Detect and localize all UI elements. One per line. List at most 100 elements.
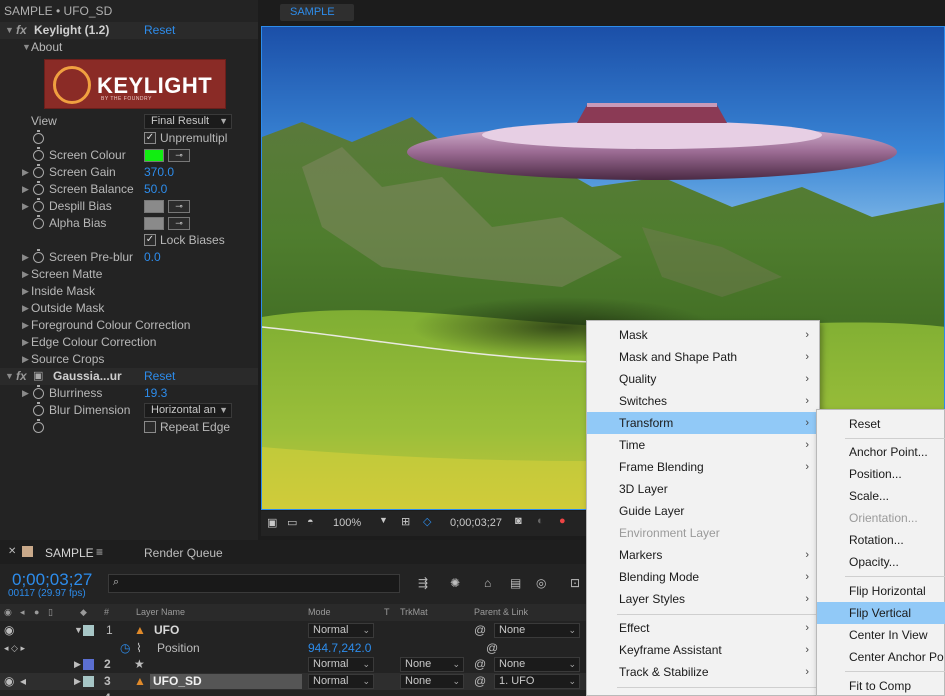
tab-sample[interactable]: SAMPLE	[45, 546, 94, 560]
eye-icon[interactable]: ◉	[4, 622, 14, 639]
blur-dimension-dropdown[interactable]: Horizontal an ▼	[144, 403, 232, 418]
frame-blending-icon[interactable]: ▤	[510, 576, 521, 590]
submenu-item-fit-to-comp[interactable]: Fit to Comp	[817, 675, 945, 696]
fx-icon[interactable]: fx	[16, 368, 27, 385]
menu-item-quality[interactable]: Quality ›	[587, 368, 819, 390]
stopwatch-icon[interactable]	[33, 385, 44, 399]
graph-icon[interactable]: ⌇	[136, 640, 142, 657]
layer-name[interactable]: UFO	[154, 622, 179, 639]
parent-header[interactable]: Parent & Link	[474, 604, 528, 621]
expand-icon[interactable]: ▶	[74, 656, 81, 673]
menu-item-markers[interactable]: Markers ›	[587, 544, 819, 566]
mask-icon[interactable]: ◓	[307, 516, 314, 528]
group-row[interactable]: ▶ Source Crops	[0, 351, 258, 368]
show-snapshot-icon[interactable]: ◐	[537, 515, 544, 527]
screen-gain-value[interactable]: 370.0	[144, 164, 174, 181]
graph-editor-icon[interactable]: ⊡	[570, 576, 580, 590]
label-color-icon[interactable]	[83, 625, 94, 636]
motion-blur-icon[interactable]: ◎	[536, 576, 546, 590]
shy-icon[interactable]: ⌂	[484, 576, 491, 590]
pickwhip-icon[interactable]: @	[474, 622, 486, 639]
screen-preblur-value[interactable]: 0.0	[144, 249, 161, 266]
submenu-item-opacity[interactable]: Opacity...	[817, 551, 945, 573]
transparency-grid-icon[interactable]: ◇	[423, 515, 431, 528]
speaker-icon[interactable]: ◂	[20, 673, 26, 690]
tab-render-queue[interactable]: Render Queue	[144, 546, 223, 560]
mode-dropdown[interactable]: Normal ⌄	[308, 623, 374, 638]
trkmat-dropdown[interactable]: None ⌄	[400, 674, 464, 689]
submenu-item-center-in-view[interactable]: Center In View	[817, 624, 945, 646]
stopwatch-icon[interactable]	[33, 147, 44, 161]
lock-icon[interactable]: ▯	[48, 604, 53, 621]
video-icon[interactable]: ◉	[4, 604, 12, 621]
mode-header[interactable]: Mode	[308, 604, 331, 621]
stopwatch-icon[interactable]	[33, 249, 44, 263]
menu-item-track-stabilize[interactable]: Track & Stabilize ›	[587, 661, 819, 683]
stopwatch-icon[interactable]	[33, 181, 44, 195]
blurriness-value[interactable]: 19.3	[144, 385, 167, 402]
parent-dropdown[interactable]: None ⌄	[494, 657, 580, 672]
stopwatch-icon[interactable]	[33, 130, 44, 144]
pickwhip-icon[interactable]: @	[474, 673, 486, 690]
monitor-icon[interactable]: ▭	[287, 516, 297, 529]
effect-keylight-header[interactable]: ▼ fx Keylight (1.2) Reset	[0, 22, 258, 39]
label-color-icon[interactable]	[83, 676, 94, 687]
group-row[interactable]: ▶ Inside Mask	[0, 283, 258, 300]
trkmat-dropdown[interactable]: None ⌄	[400, 657, 464, 672]
menu-item-keyframe-assistant[interactable]: Keyframe Assistant ›	[587, 639, 819, 661]
stopwatch-icon[interactable]	[33, 198, 44, 212]
stopwatch-icon[interactable]	[33, 215, 44, 229]
mode-dropdown[interactable]: Normal ⌄	[308, 674, 374, 689]
pickwhip-icon[interactable]: @	[486, 640, 498, 657]
solo-icon[interactable]: ●	[34, 604, 39, 621]
alpha-bias-swatch[interactable]	[144, 217, 164, 230]
reset-button[interactable]: Reset	[144, 22, 175, 39]
unpremultiply-checkbox[interactable]: ✓	[144, 132, 156, 144]
submenu-item-anchor-point[interactable]: Anchor Point...	[817, 441, 945, 463]
composition-tab[interactable]: SAMPLE	[280, 4, 354, 21]
pickwhip-icon[interactable]: @	[474, 656, 486, 673]
keyframe-nav-icon[interactable]: ◂ ◇ ▸	[4, 640, 25, 657]
layer-search-input[interactable]: ⌕	[108, 574, 400, 593]
group-row[interactable]: ▶ Outside Mask	[0, 300, 258, 317]
about-row[interactable]: ▼ About	[0, 39, 258, 56]
label-color-icon[interactable]	[83, 659, 94, 670]
grid-icon[interactable]: ⊞	[401, 515, 410, 528]
stopwatch-icon[interactable]	[33, 419, 44, 433]
layer-name[interactable]: UFO_SD	[150, 674, 302, 689]
close-icon[interactable]: ✕	[8, 546, 16, 557]
repeat-edge-checkbox[interactable]	[144, 421, 156, 433]
expand-icon[interactable]: ▼	[5, 368, 14, 385]
expand-icon[interactable]: ▼	[74, 622, 83, 639]
audio-icon[interactable]: ◂	[20, 604, 25, 621]
parent-dropdown[interactable]: None ⌄	[494, 623, 580, 638]
view-dropdown[interactable]: Final Result ▼	[144, 114, 232, 129]
chevron-down-icon[interactable]: ▼	[379, 515, 388, 525]
despill-bias-swatch[interactable]	[144, 200, 164, 213]
comp-mini-flowchart-icon[interactable]: ⇶	[418, 576, 428, 590]
eyedropper-icon[interactable]: ⊸	[168, 149, 190, 162]
menu-item-3d-layer[interactable]: 3D Layer	[587, 478, 819, 500]
always-preview-icon[interactable]: ▣	[267, 516, 277, 529]
stopwatch-icon[interactable]	[33, 402, 44, 416]
expand-icon[interactable]: ▼	[5, 22, 14, 39]
screen-balance-value[interactable]: 50.0	[144, 181, 167, 198]
stopwatch-icon[interactable]	[33, 164, 44, 178]
panel-menu-icon[interactable]: ≡	[96, 545, 103, 559]
submenu-item-position[interactable]: Position...	[817, 463, 945, 485]
reset-button[interactable]: Reset	[144, 368, 175, 385]
menu-item-transform[interactable]: Transform ›	[587, 412, 819, 434]
current-time-display[interactable]: 0;00;03;27	[450, 517, 502, 529]
menu-item-frame-blending[interactable]: Frame Blending ›	[587, 456, 819, 478]
submenu-item-scale[interactable]: Scale...	[817, 485, 945, 507]
menu-item-guide-layer[interactable]: Guide Layer	[587, 500, 819, 522]
timeline-timecode[interactable]: 0;00;03;27	[12, 570, 92, 590]
group-row[interactable]: ▶ Edge Colour Correction	[0, 334, 258, 351]
menu-item-blending-mode[interactable]: Blending Mode ›	[587, 566, 819, 588]
submenu-item-rotation[interactable]: Rotation...	[817, 529, 945, 551]
menu-item-time[interactable]: Time ›	[587, 434, 819, 456]
label-icon[interactable]: ◆	[80, 604, 87, 621]
trkmat-header[interactable]: TrkMat	[400, 604, 428, 621]
mode-dropdown[interactable]: Normal ⌄	[308, 657, 374, 672]
channels-icon[interactable]: ●	[559, 515, 566, 527]
